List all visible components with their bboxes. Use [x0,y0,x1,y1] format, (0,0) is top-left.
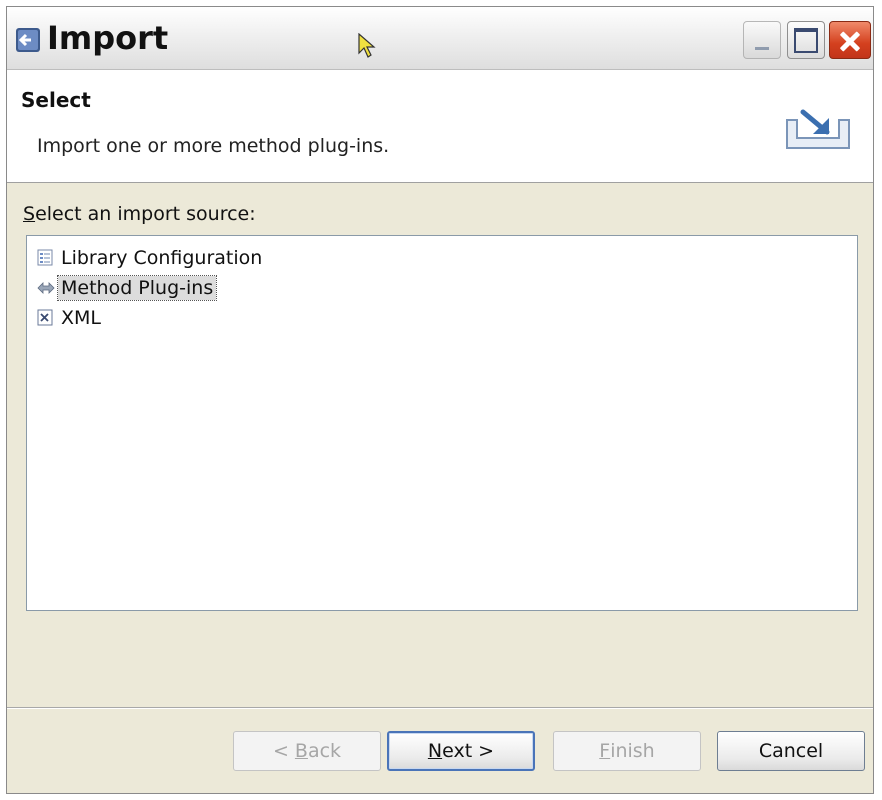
import-wizard-icon [786,109,850,149]
page-title: Select [21,88,91,112]
tree-item-library-configuration[interactable]: Library Configuration [37,244,265,272]
page-description: Import one or more method plug-ins. [37,135,390,157]
cancel-button[interactable]: Cancel [717,731,865,771]
xml-file-icon [37,309,53,326]
tree-item-label: Library Configuration [61,247,263,269]
wizard-app-icon [16,28,40,52]
minimize-button[interactable] [743,21,781,59]
method-plugin-icon [37,282,55,294]
maximize-button[interactable] [787,21,825,59]
finish-button-mnemonic: F [599,740,611,762]
finish-button-label: inish [610,740,655,762]
import-source-label-text: elect an import source: [35,203,256,225]
tree-item-xml[interactable]: XML [37,304,104,332]
tree-item-method-plugins[interactable]: Method Plug-ins [37,274,218,302]
import-source-tree[interactable]: Library Configuration Method Plug-ins XM… [26,235,858,611]
wizard-header: Select Import one or more method plug-in… [7,70,873,183]
tree-item-label: XML [61,307,101,329]
back-button-prefix: < [272,740,295,762]
window-title: Import [47,19,169,57]
next-button-mnemonic: N [427,740,443,762]
back-button-label: ack [307,740,342,762]
next-button-label: ext > [442,740,495,762]
import-source-mnemonic: S [23,203,36,225]
close-button[interactable] [829,21,871,59]
back-button-mnemonic: B [294,740,308,762]
library-configuration-icon [37,249,53,266]
footer-divider [7,707,873,709]
import-dialog: Import Select Import one or more method … [6,6,874,794]
tree-item-label: Method Plug-ins [56,275,218,301]
import-source-label: Select an import source: [23,203,256,225]
next-button[interactable]: Next > [387,731,535,771]
back-button[interactable]: < Back [233,731,381,771]
finish-button[interactable]: Finish [553,731,701,771]
mouse-pointer-icon [358,33,376,58]
title-bar[interactable]: Import [7,7,873,70]
